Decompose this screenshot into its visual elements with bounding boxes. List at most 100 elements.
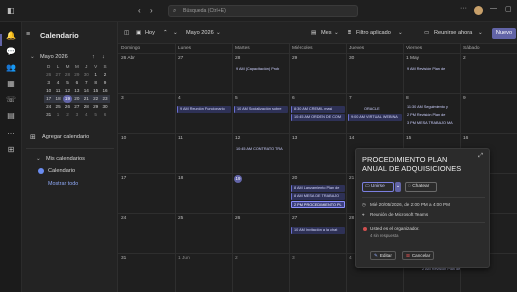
mini-day[interactable]: 30 [82,71,91,79]
avatar[interactable] [474,6,483,15]
day-number[interactable]: 7 [349,96,352,101]
calendar-event[interactable]: 9 AM Reunión Funcionario [177,106,231,113]
mini-day[interactable]: 28 [82,103,91,111]
mini-day[interactable]: 27 [53,71,62,79]
day-number[interactable]: 4 [349,256,352,261]
mini-day[interactable]: 13 [72,87,81,95]
day-number[interactable]: 29 [292,56,297,61]
meet-now-button[interactable]: Reunirse ahora [434,28,472,38]
calendar-event[interactable]: 8 AM MESA DE TRABAJO [291,193,345,200]
calendar-event[interactable]: 2 PM Revisión Plan de [405,112,459,119]
mini-day[interactable]: 12 [63,87,72,95]
mini-day[interactable]: 2 [100,71,109,79]
mini-day[interactable]: 6 [72,79,81,87]
day-number[interactable]: 25 [178,216,183,221]
calendar-event[interactable]: 8:30 AM CREMIL masi [291,106,345,113]
calendar-icon[interactable]: ▦ [5,78,17,90]
mini-day[interactable]: 27 [72,103,81,111]
mini-day[interactable]: 18 [53,95,62,103]
day-number[interactable]: 14 [349,136,354,141]
mini-day[interactable]: 6 [100,111,109,119]
mini-day[interactable]: 3 [44,79,53,87]
calendar-event[interactable]: 9:00 AM VIRTUAL WEBINA [348,114,402,121]
mini-day[interactable]: 16 [100,87,109,95]
mini-day[interactable]: 31 [44,111,53,119]
mini-day[interactable]: 26 [44,71,53,79]
day-number[interactable]: 20 [292,176,297,181]
mini-day[interactable]: 25 [53,103,62,111]
calendar-event[interactable]: 10 AM Invitación a la chat [291,227,345,234]
day-number[interactable]: 15 [406,136,411,141]
join-button[interactable]: ▭ Unirse [362,182,394,192]
day-number[interactable]: 13 [292,136,297,141]
filter-dropdown-icon[interactable]: ⌄ [398,28,403,38]
day-number[interactable]: 27 [292,216,297,221]
mini-day[interactable]: 5 [63,79,72,87]
chat-icon[interactable]: 💬 [5,46,17,58]
teams-icon[interactable]: 👥 [5,62,17,74]
apps-icon[interactable]: … [5,126,17,138]
mini-day-selected[interactable]: 19 [62,95,73,103]
month-selector[interactable]: Mayo 2026 [186,28,214,38]
filter-button[interactable]: Filtro aplicado [356,28,391,38]
files-icon[interactable]: ▤ [5,110,17,122]
day-number[interactable]: 2 [235,256,238,261]
calendar-event[interactable]: ORACLE [362,106,402,113]
day-number[interactable]: 26 Abr [121,56,135,61]
mini-day[interactable]: 29 [91,103,100,111]
day-number[interactable]: 17 [121,176,126,181]
mini-day[interactable]: 1 [53,111,62,119]
mini-day[interactable]: 24 [44,103,53,111]
meet-now-dropdown-icon[interactable]: ⌄ [478,28,483,38]
calendar-item[interactable]: Calendario [48,168,75,174]
day-number[interactable]: 26 [235,216,240,221]
day-number[interactable]: 9 [463,96,466,101]
forward-arrow-icon[interactable]: › [150,6,153,16]
calendar-event-selected[interactable]: 2 PM PROCEDIMIENTO PL [291,201,345,208]
cancel-event-button[interactable]: ⊠ Cancelar [402,251,435,260]
day-number[interactable]: 31 [121,256,126,261]
view-dropdown-icon[interactable]: ⌄ [334,28,339,38]
day-number[interactable]: 10 [121,136,126,141]
day-number[interactable]: 30 [349,56,354,61]
mini-prev-icon[interactable]: ↑ [92,54,95,60]
day-number[interactable]: 11 [178,136,183,141]
more-options-icon[interactable]: ··· [460,5,467,12]
add-apps-icon[interactable]: ⊞ [5,144,17,156]
calendar-event[interactable]: 8 AM Lanzamiento Plan de [291,185,345,192]
day-number[interactable]: 12 [235,136,240,141]
prev-arrow-icon[interactable]: ⌃ [163,28,168,38]
mini-day[interactable]: 23 [100,95,109,103]
day-number[interactable]: 16 [463,136,468,141]
sidebar-toggle-icon[interactable]: ◧ [7,6,15,16]
mini-next-icon[interactable]: ↓ [102,54,105,60]
expand-icon[interactable]: ⤢ [478,153,483,160]
new-event-button[interactable]: Nuevo [492,28,516,39]
day-number[interactable]: 6 [292,96,295,101]
calendar-event[interactable]: 10 AM Socialización sobre [234,106,288,113]
collapse-chevron-icon[interactable]: ⌄ [30,54,35,60]
today-button[interactable]: Hoy [145,28,155,38]
my-calendars-header[interactable]: Mis calendarios [46,156,85,162]
day-number[interactable]: 5 [235,96,238,101]
mini-day[interactable]: 11 [53,87,62,95]
day-number[interactable]: 2 [463,56,466,61]
view-selector[interactable]: Mes [321,28,332,38]
day-number[interactable]: 3 [292,256,295,261]
join-dropdown-button[interactable]: ⌄ [395,182,401,192]
today-marker[interactable]: 19 [234,175,242,183]
mini-day[interactable]: 20 [72,95,81,103]
calendar-event[interactable]: 10:45 AM ORDEN DE COM [291,114,345,121]
search-input[interactable]: ⌕ Búsqueda (Ctrl+E) [168,5,358,17]
mini-day[interactable]: 30 [100,103,109,111]
calendar-event[interactable]: 10:45 AM CONTRATO TRA [234,146,288,153]
activity-icon[interactable]: 🔔 [5,30,17,42]
mini-day[interactable]: 4 [53,79,62,87]
mini-day[interactable]: 8 [91,79,100,87]
chevron-down-icon[interactable]: ⌄ [36,156,41,162]
add-calendar-link[interactable]: Agregar calendario [42,134,89,140]
day-number[interactable]: 28 [235,56,240,61]
edit-button[interactable]: ✎ Editar [370,251,396,260]
day-number[interactable]: 4 [178,96,181,101]
calendar-event[interactable]: 9 AM Revisión Plan de [405,66,459,73]
